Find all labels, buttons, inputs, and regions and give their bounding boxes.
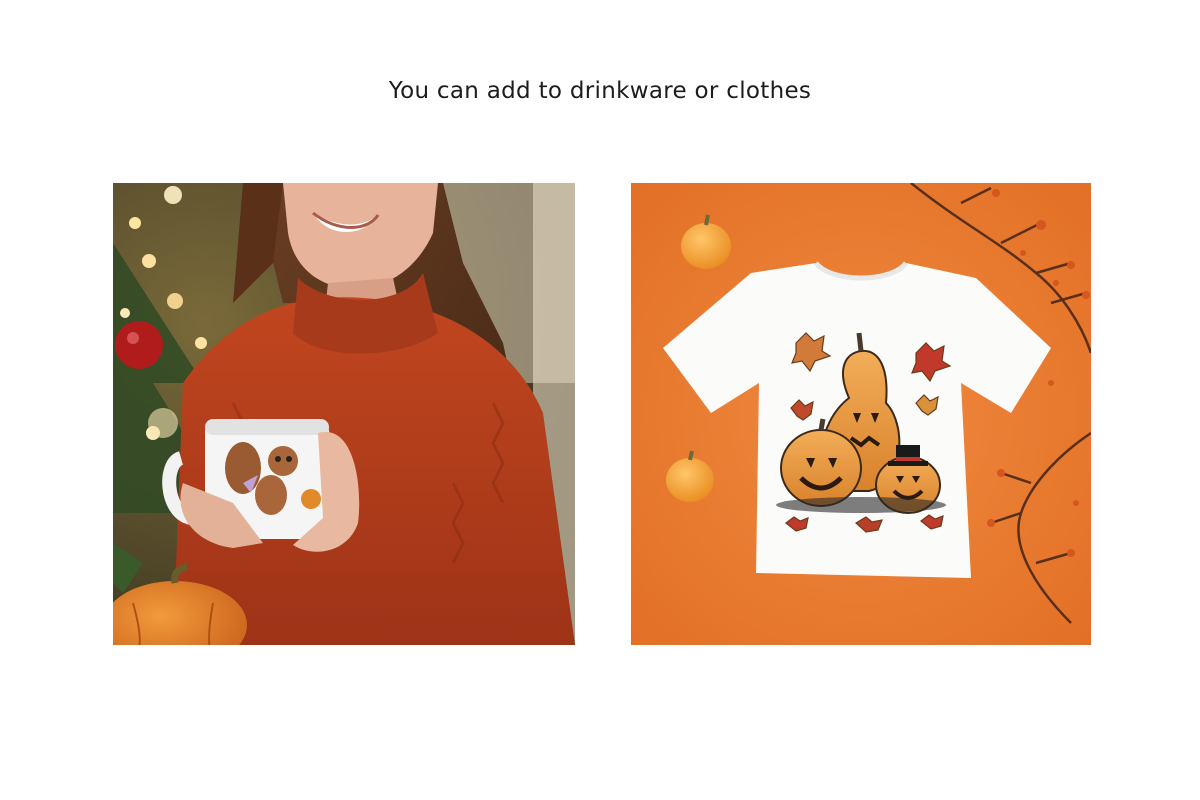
tshirt-photo (631, 183, 1091, 645)
tshirt-photo-illustration (631, 183, 1091, 645)
mug-photo-illustration (113, 183, 575, 645)
page-headline: You can add to drinkware or clothes (388, 78, 812, 104)
mug-photo (113, 183, 575, 645)
